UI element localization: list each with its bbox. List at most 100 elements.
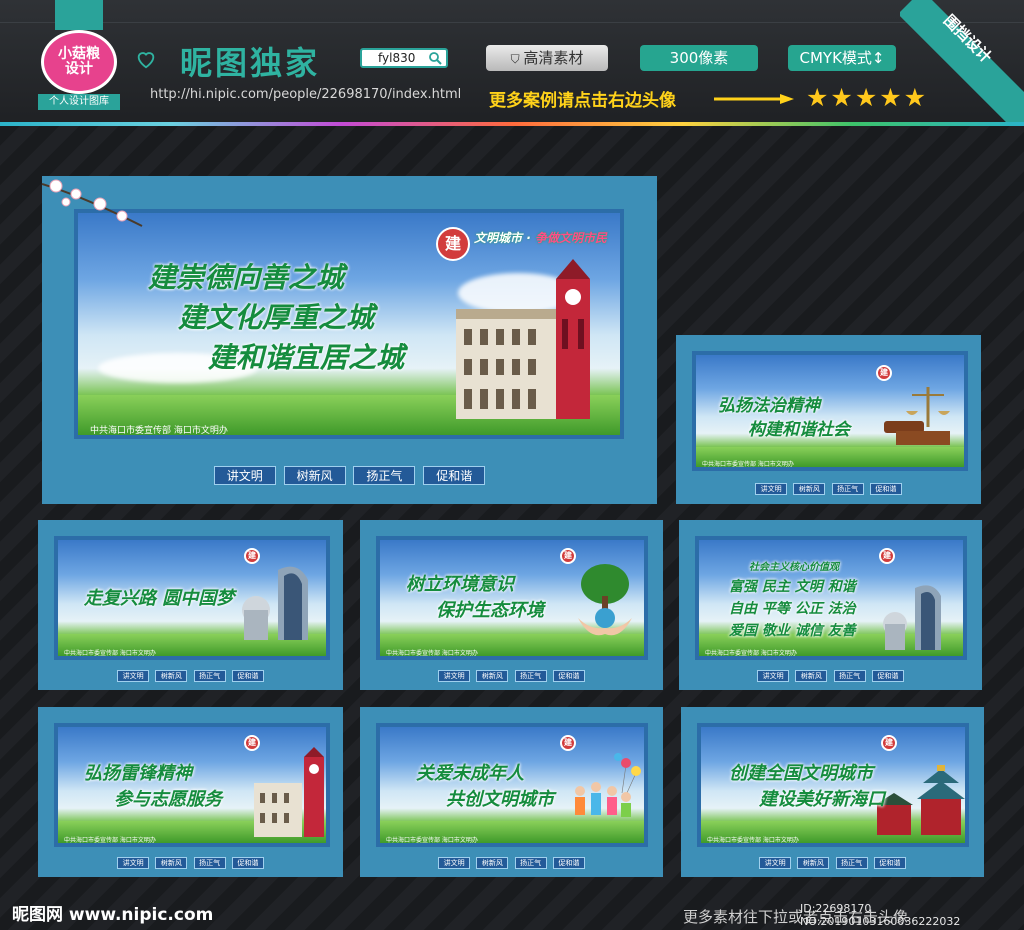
create-logo: 建 xyxy=(879,548,895,564)
slogan-line-2: 建文化厚重之城 xyxy=(178,301,375,334)
civility-footer: 讲文明 树新风 扬正气 促和谐 xyxy=(676,483,981,495)
footer-word: 讲文明 xyxy=(755,483,788,495)
organizer-text: 中共海口市委宣传部 海口市文明办 xyxy=(702,461,794,468)
footer-word: 促和谐 xyxy=(231,670,264,682)
footer-word: 树新风 xyxy=(793,483,826,495)
more-cases-text: 更多案例请点击右边头像 xyxy=(489,91,676,111)
slogan-line-2: 保护生态环境 xyxy=(436,600,544,621)
create-logo: 建 xyxy=(244,735,260,751)
plum-blossom-decoration xyxy=(42,179,143,227)
organizer-text: 中共海口市委宣传部 海口市文明办 xyxy=(64,837,156,844)
slogan-line-1: 富强 民主 文明 和谐 xyxy=(729,579,856,595)
slogan-line-1: 关爱未成年人 xyxy=(416,763,524,784)
slogan-line-2: 建设美好新海口 xyxy=(759,789,885,810)
civility-footer: 讲文明 树新风 扬正气 促和谐 xyxy=(360,670,663,682)
slogan-line-2: 构建和谐社会 xyxy=(748,420,850,440)
slogan-line-1: 树立环境意识 xyxy=(406,574,514,595)
civility-footer: 讲文明 树新风 扬正气 促和谐 xyxy=(679,670,982,682)
slogan-line-2: 共创文明城市 xyxy=(446,789,554,810)
hands-holding-tree-illustration xyxy=(578,564,632,636)
modern-tower-illustration xyxy=(883,585,941,650)
footer-word: 树新风 xyxy=(283,466,346,485)
color-mode-label: CMYK模式 xyxy=(799,49,872,67)
footer-word: 扬正气 xyxy=(835,857,868,869)
footer-word: 促和谐 xyxy=(231,857,264,869)
footer-word: 促和谐 xyxy=(423,466,486,485)
footer-word: 树新风 xyxy=(476,670,509,682)
footer-word: 讲文明 xyxy=(759,857,792,869)
search-icon[interactable] xyxy=(426,51,444,65)
slogan-line-1: 弘扬法治精神 xyxy=(718,396,820,416)
nipic-watermark[interactable]: 昵图网 www.nipic.com xyxy=(12,900,213,925)
category-corner-ribbon: 围挡设计 xyxy=(900,0,1024,124)
arrow-right-icon xyxy=(714,94,794,104)
organizer-text: 中共海口市委宣传部 海口市文明办 xyxy=(705,650,797,657)
landmark-buildings-illustration xyxy=(254,747,324,837)
footer-word: 树新风 xyxy=(155,670,188,682)
organizer-text: 中共海口市委宣传部 海口市文明办 xyxy=(386,837,478,844)
slogan-line-1: 建崇德向善之城 xyxy=(148,261,345,294)
billboard-panel-4: 建 树立环境意识 保护生态环境 中共海口市委宣传部 海口市文明办 讲文明 树新风… xyxy=(360,520,663,690)
footer-word: 讲文明 xyxy=(438,857,471,869)
civility-footer: 讲文明 树新风 扬正气 促和谐 xyxy=(360,857,663,869)
sort-arrows-icon: ↕ xyxy=(871,49,885,67)
footer-word: 讲文明 xyxy=(117,670,150,682)
slogan-line-3: 爱国 敬业 诚信 友善 xyxy=(729,623,856,639)
billboard-panel-6: 建 弘扬雷锋精神 参与志愿服务 中共海口市委宣传部 海口市文明办 讲文明 树新风… xyxy=(38,707,343,877)
create-logo: 建 xyxy=(881,735,897,751)
footer-word: 树新风 xyxy=(797,857,830,869)
slogan-line-2: 自由 平等 公正 法治 xyxy=(729,601,856,617)
scales-of-justice-icon xyxy=(884,387,950,445)
footer-word: 树新风 xyxy=(795,670,828,682)
color-mode-badge: CMYK模式↕ xyxy=(788,45,896,71)
civility-footer: 讲文明 树新风 扬正气 促和谐 xyxy=(42,466,657,485)
modern-tower-illustration xyxy=(242,566,308,640)
avatar-ribbon xyxy=(55,0,103,30)
panel-scene: 建 文明城市 · 争做文明市民 建崇德向善之城 建文化厚重之城 建和谐宜居之城 … xyxy=(74,209,624,439)
panel-scene: 建 树立环境意识 保护生态环境 中共海口市委宣传部 海口市文明办 xyxy=(376,536,648,660)
footer-word: 促和谐 xyxy=(552,857,585,869)
footer-word: 促和谐 xyxy=(869,483,902,495)
search-value: fyl830 xyxy=(378,51,416,65)
footer-word: 促和谐 xyxy=(873,857,906,869)
footer-word: 扬正气 xyxy=(831,483,864,495)
footer-word: 扬正气 xyxy=(353,466,416,485)
footer-word: 促和谐 xyxy=(552,670,585,682)
footer-word: 讲文明 xyxy=(757,670,790,682)
slogan-line-3: 建和谐宜居之城 xyxy=(208,341,405,374)
civility-footer: 讲文明 树新风 扬正气 促和谐 xyxy=(38,857,343,869)
slogan-line-1: 走复兴路 圆中国梦 xyxy=(84,588,235,609)
organizer-text: 中共海口市委宣传部 海口市文明办 xyxy=(707,837,799,844)
image-id: ID:22698170 NO:20190103160036222032 xyxy=(800,902,961,928)
campaign-caption-b: 争做文明市民 xyxy=(534,231,607,245)
happy-children-illustration xyxy=(575,753,641,817)
footer-word: 讲文明 xyxy=(213,466,276,485)
profile-url[interactable]: http://hi.nipic.com/people/22698170/inde… xyxy=(150,87,461,102)
brand-title: 昵图独家 xyxy=(180,44,321,82)
footer-word: 扬正气 xyxy=(193,857,226,869)
header-divider xyxy=(0,22,1024,23)
footer-word: 树新风 xyxy=(155,857,188,869)
footer-word: 树新风 xyxy=(476,857,509,869)
dpi-badge: 300像素 xyxy=(640,45,758,71)
hd-material-label: 高清素材 xyxy=(523,49,584,67)
slogan-line-2: 参与志愿服务 xyxy=(114,789,222,810)
favorite-heart-icon[interactable] xyxy=(135,48,157,70)
author-search-box[interactable]: fyl830 xyxy=(360,48,448,68)
billboard-panel-5: 建 社会主义核心价值观 富强 民主 文明 和谐 自由 平等 公正 法治 爱国 敬… xyxy=(679,520,982,690)
panel-scene: 建 走复兴路 圆中国梦 中共海口市委宣传部 海口市文明办 xyxy=(54,536,330,660)
slogan-title: 社会主义核心价值观 xyxy=(749,562,839,573)
designer-avatar[interactable]: 小菇粮 设计 个人设计图库 xyxy=(38,0,120,112)
footer-word: 促和谐 xyxy=(871,670,904,682)
footer-word: 讲文明 xyxy=(438,670,471,682)
billboard-panel-2: 建 弘扬法治精神 构建和谐社会 中共海口市委宣传部 海口市文明办 讲文明 树新风… xyxy=(676,335,981,504)
hd-material-badge: ⛉ 高清素材 xyxy=(486,45,608,71)
panel-scene: 建 弘扬法治精神 构建和谐社会 中共海口市委宣传部 海口市文明办 xyxy=(692,351,968,471)
shield-icon: ⛉ xyxy=(510,52,524,66)
badge-line-1: 小菇粮 xyxy=(58,46,100,63)
panel-scene: 建 弘扬雷锋精神 参与志愿服务 中共海口市委宣传部 海口市文明办 xyxy=(54,723,330,847)
create-logo: 建 xyxy=(244,548,260,564)
landmark-buildings-illustration xyxy=(456,259,590,419)
organizer-text: 中共海口市委宣传部 海口市文明办 xyxy=(386,650,478,657)
civility-footer: 讲文明 树新风 扬正气 促和谐 xyxy=(38,670,343,682)
